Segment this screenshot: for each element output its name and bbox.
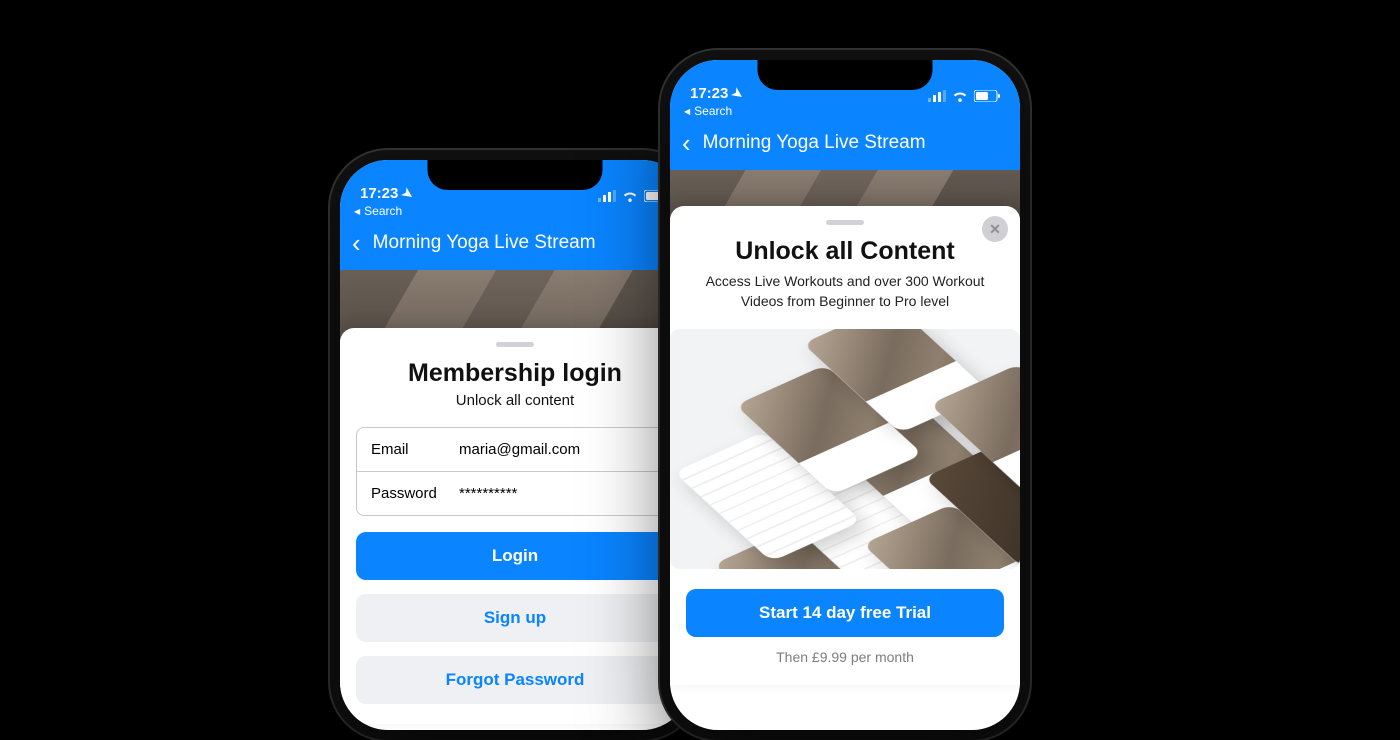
email-label: Email [371, 441, 459, 458]
status-time: 17:23 [360, 185, 398, 202]
wifi-icon [952, 90, 968, 102]
forgot-password-button[interactable]: Forgot Password [356, 656, 674, 704]
page-title: Morning Yoga Live Stream [373, 232, 678, 254]
password-row: Password [357, 471, 673, 515]
login-button[interactable]: Login [356, 532, 674, 580]
email-field[interactable] [459, 441, 659, 458]
nav-bar: ‹ Morning Yoga Live Stream [670, 122, 1020, 170]
phone-login: 17:23 ➤ Search ‹ Morning Yoga Live Strea… [340, 160, 690, 730]
nav-bar: ‹ Morning Yoga Live Stream [340, 222, 690, 270]
paywall-title: Unlock all Content [686, 237, 1004, 266]
login-title: Membership login [356, 359, 674, 388]
phone-paywall: 17:23 ➤ Search ‹ Morning Yoga Live Strea… [670, 60, 1020, 730]
battery-icon [974, 90, 1000, 102]
login-sheet: Membership login Unlock all content Emai… [340, 328, 690, 724]
device-notch [428, 160, 603, 190]
breadcrumb-back[interactable]: Search [670, 104, 1020, 122]
location-icon: ➤ [399, 184, 417, 203]
battery-icon [644, 190, 670, 202]
wifi-icon [622, 190, 638, 202]
sheet-grabber[interactable] [826, 220, 864, 225]
paywall-subtitle: Access Live Workouts and over 300 Workou… [686, 272, 1004, 311]
device-notch [758, 60, 933, 90]
back-chevron-icon[interactable]: ‹ [682, 130, 691, 156]
sheet-grabber[interactable] [496, 342, 534, 347]
breadcrumb-back[interactable]: Search [340, 204, 690, 222]
location-icon: ➤ [729, 84, 747, 103]
close-icon[interactable]: ✕ [982, 216, 1008, 242]
signup-button[interactable]: Sign up [356, 594, 674, 642]
email-row: Email [357, 428, 673, 471]
login-form: Email Password [356, 427, 674, 516]
password-label: Password [371, 485, 459, 502]
start-trial-button[interactable]: Start 14 day free Trial [686, 589, 1004, 637]
promo-image [670, 329, 1020, 569]
login-subtitle: Unlock all content [356, 392, 674, 409]
back-chevron-icon[interactable]: ‹ [352, 230, 361, 256]
page-title: Morning Yoga Live Stream [703, 132, 1008, 154]
password-field[interactable] [459, 485, 659, 502]
status-time: 17:23 [690, 85, 728, 102]
signal-icon [598, 190, 616, 202]
signal-icon [928, 90, 946, 102]
paywall-sheet: ✕ Unlock all Content Access Live Workout… [670, 206, 1020, 685]
price-note: Then £9.99 per month [686, 649, 1004, 665]
